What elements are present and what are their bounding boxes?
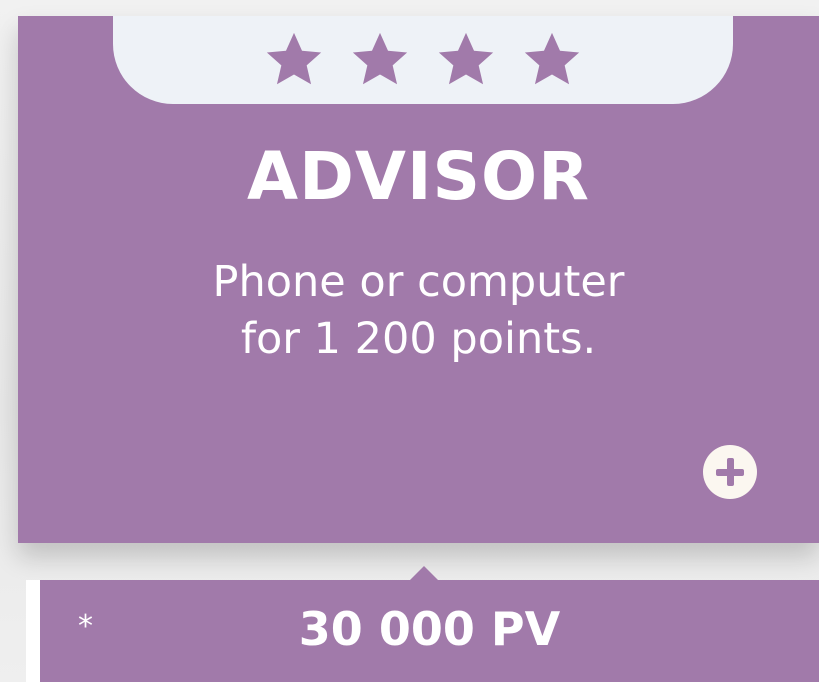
star-icon [263,29,325,91]
star-rating [113,16,733,104]
plus-circle-icon[interactable] [703,445,757,499]
reward-description-line: for 1 200 points. [240,314,597,364]
star-icon [521,29,583,91]
reward-description: Phone or computer for 1 200 points. [18,254,819,368]
star-icon [349,29,411,91]
page: ADVISOR Phone or computer for 1 200 poin… [0,0,819,682]
star-icon [435,29,497,91]
reward-card: ADVISOR Phone or computer for 1 200 poin… [18,16,819,543]
pv-bar: * 30 000 PV [26,580,819,682]
pointer-notch [410,566,438,580]
reward-description-line: Phone or computer [212,257,625,307]
pv-requirement: 30 000 PV [298,602,561,656]
level-title: ADVISOR [247,138,590,215]
